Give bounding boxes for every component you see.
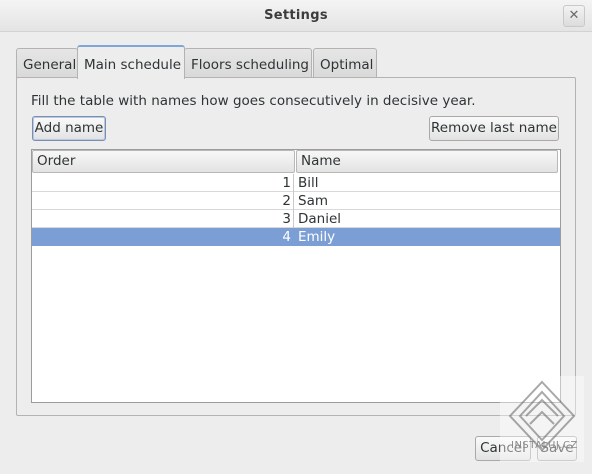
order-cell: 4 xyxy=(32,228,294,246)
names-table[interactable]: Order Name 1 Bill 2 Sam 3 Daniel 4 Emily xyxy=(31,149,561,403)
column-header-name[interactable]: Name xyxy=(296,150,558,173)
table-row[interactable]: 3 Daniel xyxy=(32,210,560,228)
tab-main-schedule[interactable]: Main schedule xyxy=(77,45,185,79)
tab-optimal[interactable]: Optimal xyxy=(313,48,377,78)
column-header-order[interactable]: Order xyxy=(32,150,295,173)
watermark-text: INSTALUJ.CZ xyxy=(511,440,578,451)
order-cell: 3 xyxy=(32,210,294,228)
order-cell: 2 xyxy=(32,192,294,210)
table-row[interactable]: 1 Bill xyxy=(32,174,560,192)
tab-floors-scheduling[interactable]: Floors scheduling xyxy=(184,48,312,78)
name-cell[interactable]: Daniel xyxy=(296,210,556,228)
order-cell: 1 xyxy=(32,174,294,192)
close-icon[interactable]: ✕ xyxy=(563,5,585,27)
window-title: Settings xyxy=(264,8,328,23)
title-bar: Settings ✕ xyxy=(0,0,592,32)
remove-last-name-button[interactable]: Remove last name xyxy=(429,116,559,141)
tab-general[interactable]: General xyxy=(16,48,78,78)
table-row-selected[interactable]: 4 Emily xyxy=(32,228,560,246)
instruction-text: Fill the table with names how goes conse… xyxy=(31,93,476,109)
name-cell[interactable]: Bill xyxy=(296,174,556,192)
add-name-button[interactable]: Add name xyxy=(32,116,106,141)
table-row[interactable]: 2 Sam xyxy=(32,192,560,210)
name-cell[interactable]: Emily xyxy=(296,228,556,246)
name-cell[interactable]: Sam xyxy=(296,192,556,210)
